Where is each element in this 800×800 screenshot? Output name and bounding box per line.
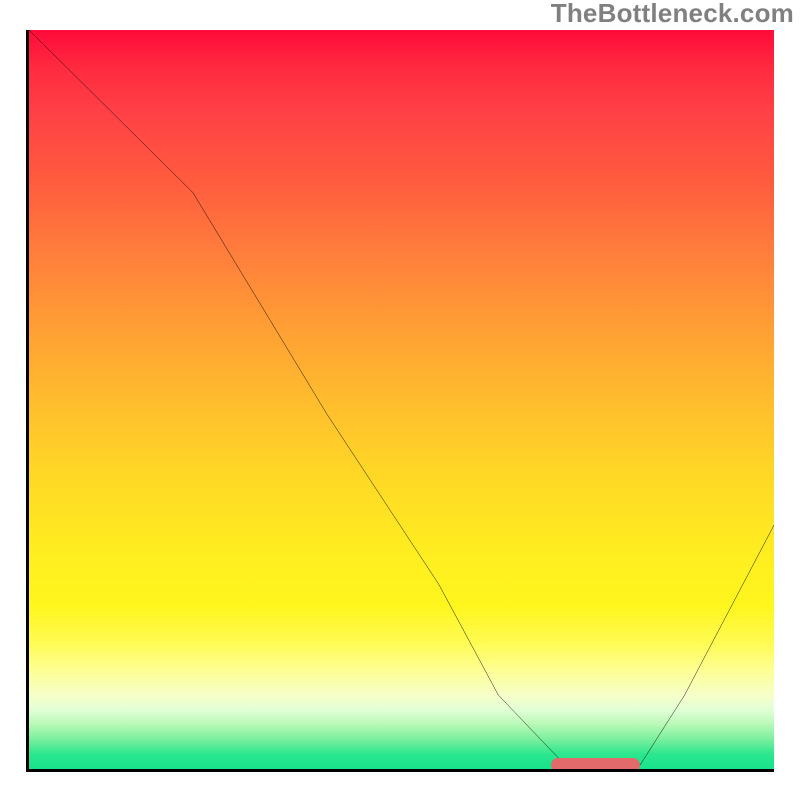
- watermark-text: TheBottleneck.com: [551, 0, 794, 29]
- optimal-range-marker: [551, 758, 640, 772]
- chart-plot-area: [26, 30, 774, 772]
- bottleneck-curve: [29, 30, 774, 769]
